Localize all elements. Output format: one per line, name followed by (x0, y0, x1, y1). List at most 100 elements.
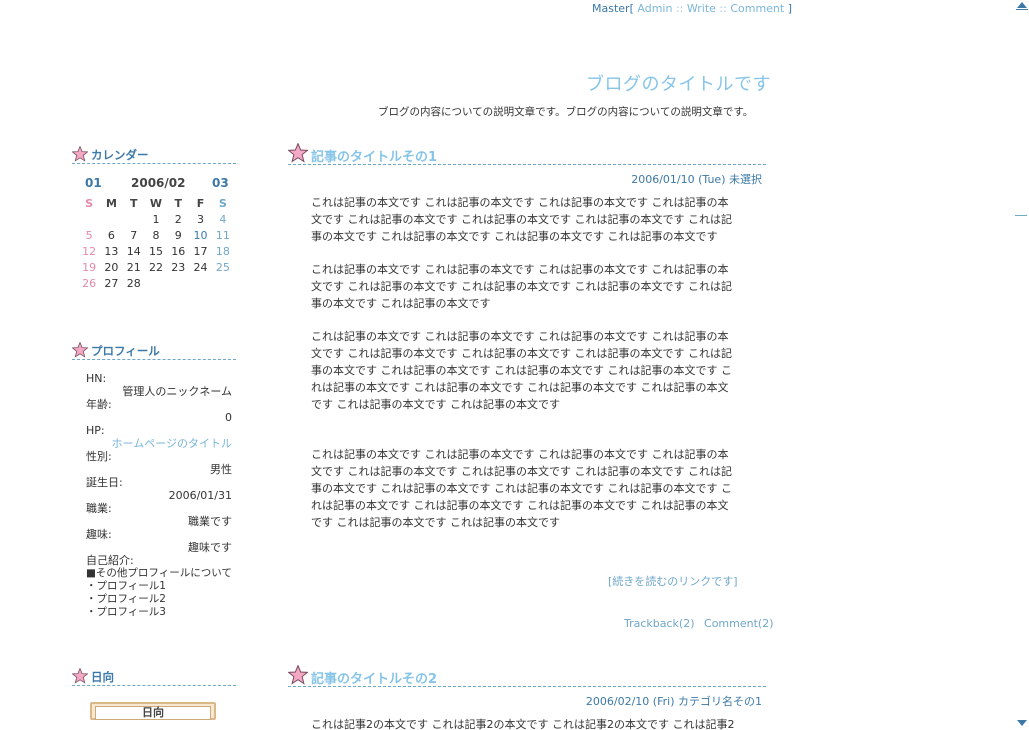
hinata-widget[interactable]: 日向 (90, 702, 216, 720)
comment-link[interactable]: Comment (730, 2, 784, 15)
profile-job-value: 職業です (188, 515, 232, 528)
article-paragraph: これは記事の本文です これは記事の本文です これは記事の本文です これは記事の本… (311, 448, 732, 529)
calendar-day: 2 (174, 212, 182, 226)
calendar-day: 20 (104, 260, 119, 274)
calendar-day: 5 (85, 228, 93, 242)
article-paragraph: これは記事の本文です これは記事の本文です これは記事の本文です これは記事の本… (311, 263, 732, 310)
article-body: これは記事の本文です これは記事の本文です これは記事の本文です これは記事の本… (311, 194, 739, 547)
comment-count-link[interactable]: Comment(2) (704, 617, 773, 630)
calendar-day (78, 211, 100, 227)
scroll-down-arrow-icon[interactable] (1017, 720, 1027, 726)
profile-hobby-label: 趣味: (86, 528, 112, 541)
article-heading: 記事のタイトルその2 (288, 665, 766, 687)
profile-hp-link[interactable]: ホームページのタイトル (86, 437, 232, 450)
calendar-day (212, 275, 234, 291)
calendar-day: 21 (126, 260, 141, 274)
profile-age-value: 0 (225, 411, 232, 424)
calendar-day: 25 (215, 260, 230, 274)
bracket-close: ] (787, 2, 793, 15)
calendar-day: 14 (126, 244, 141, 258)
star-icon (72, 668, 88, 684)
calendar-day: 8 (152, 228, 160, 242)
scroll-top-line (1016, 9, 1028, 10)
write-link[interactable]: Write (687, 2, 716, 15)
article-category-link[interactable]: 未選択 (729, 173, 762, 186)
calendar-day: 12 (82, 244, 97, 258)
calendar-next-link[interactable]: 03 (212, 176, 229, 190)
article-date: 2006/02/10 (Fri) (585, 695, 675, 708)
article-body: これは記事2の本文です これは記事2の本文です これは記事2の本文です これは記… (311, 716, 739, 730)
calendar-day: 4 (219, 212, 227, 226)
bracket-open: [ (629, 2, 634, 15)
blog-description: ブログの内容についての説明文章です。ブログの内容についての説明文章です。 (378, 106, 754, 118)
profile-job-label: 職業: (86, 502, 112, 515)
article-heading: 記事のタイトルその1 (288, 143, 766, 165)
article-meta: 2006/02/10 (Fri) カテゴリ名その1 (292, 693, 762, 709)
calendar-heading-label: カレンダー (91, 148, 149, 162)
weekday-label: W (149, 197, 163, 210)
calendar-day: 9 (174, 228, 182, 242)
weekday-label: S (218, 197, 227, 210)
calendar-day: 24 (193, 260, 208, 274)
calendar: 01 2006/02 03 S M T W T F S 1 2 3 4 5 6 … (78, 176, 234, 291)
hinata-heading-label: 日向 (91, 670, 114, 684)
admin-link[interactable]: Admin (637, 2, 672, 15)
separator: :: (675, 2, 684, 15)
profile-heading: プロフィール (72, 342, 236, 360)
star-icon (288, 143, 308, 163)
calendar-day: 13 (104, 244, 119, 258)
calendar-current-month: 2006/02 (131, 176, 186, 190)
star-icon (72, 342, 88, 358)
profile-gender-label: 性別: (86, 450, 112, 463)
profile-birthday-label: 誕生日: (86, 476, 123, 489)
profile-hobby-value: 趣味です (188, 541, 232, 554)
profile-intro-line: ・プロフィール1 (86, 580, 166, 592)
calendar-day: 6 (107, 228, 115, 242)
calendar-day: 23 (171, 260, 186, 274)
calendar-day (145, 275, 167, 291)
trackback-link[interactable]: Trackback(2) (624, 617, 695, 630)
calendar-prev-link[interactable]: 01 (85, 176, 102, 190)
scroll-thumb[interactable] (1015, 215, 1027, 216)
scroll-up-arrow-icon[interactable] (1017, 2, 1027, 8)
separator: :: (719, 2, 727, 15)
calendar-day (123, 211, 145, 227)
hinata-plate: 日向 (95, 706, 211, 720)
article-paragraph: これは記事2の本文です これは記事2の本文です これは記事2の本文です これは記… (311, 718, 735, 730)
article-paragraph: これは記事の本文です これは記事の本文です これは記事の本文です これは記事の本… (311, 196, 732, 243)
scrollbar[interactable] (1013, 0, 1029, 730)
calendar-day (167, 275, 189, 291)
article-meta: 2006/01/10 (Tue) 未選択 (292, 171, 762, 187)
profile-hn-label: HN: (86, 372, 107, 385)
calendar-day: 22 (148, 260, 163, 274)
calendar-day: 18 (215, 244, 230, 258)
calendar-day: 28 (126, 276, 141, 290)
calendar-day: 15 (148, 244, 163, 258)
profile-intro-line: ・プロフィール3 (86, 606, 166, 618)
article-title-link[interactable]: 記事のタイトルその1 (311, 146, 437, 165)
calendar-day: 3 (197, 212, 205, 226)
readmore-link[interactable]: [続きを読むのリンクです] (608, 573, 738, 589)
weekday-label: T (129, 197, 138, 210)
weekday-label: M (105, 197, 117, 210)
article-title-link[interactable]: 記事のタイトルその2 (311, 668, 437, 687)
hinata-heading: 日向 (72, 668, 236, 686)
calendar-day: 1 (152, 212, 160, 226)
article-footer: Trackback(2) Comment(2) (624, 617, 780, 630)
article-category-link[interactable]: カテゴリ名その1 (678, 695, 762, 708)
profile-birthday-value: 2006/01/31 (168, 489, 232, 502)
profile-intro-label: 自己紹介: (86, 554, 134, 567)
weekday-label: S (85, 197, 94, 210)
article-paragraph: これは記事の本文です これは記事の本文です これは記事の本文です これは記事の本… (311, 330, 732, 411)
calendar-day: 26 (82, 276, 97, 290)
weekday-label: T (174, 197, 183, 210)
calendar-day-link[interactable]: 10 (189, 227, 211, 243)
admin-links: Master[ Admin :: Write :: Comment ] (592, 2, 792, 15)
profile-intro: ■その他プロフィールについて ・プロフィール1 ・プロフィール2 ・プロフィール… (86, 567, 232, 619)
profile-gender-value: 男性 (210, 463, 232, 476)
calendar-day: 11 (215, 228, 230, 242)
blog-title[interactable]: ブログのタイトルです (586, 70, 771, 96)
star-icon (72, 146, 88, 162)
star-icon (288, 665, 308, 685)
calendar-day: 16 (171, 244, 186, 258)
